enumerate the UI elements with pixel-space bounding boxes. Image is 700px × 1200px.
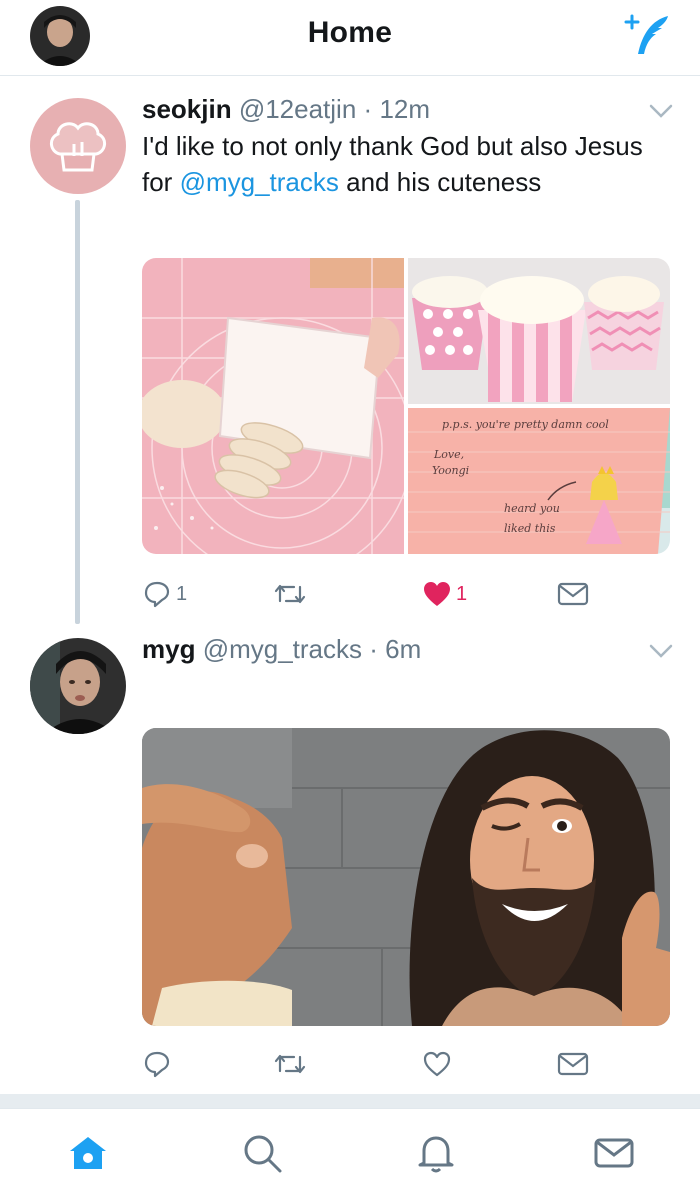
notifications-icon[interactable] <box>414 1131 458 1175</box>
direct-message-button[interactable] <box>556 1044 590 1084</box>
home-icon[interactable] <box>66 1131 110 1175</box>
tweet-actions <box>142 1044 662 1084</box>
note-line: p.p.s. you're pretty damn cool <box>442 418 609 431</box>
tweet-text-part: and his cuteness <box>338 167 542 197</box>
avatar[interactable] <box>30 98 126 194</box>
envelope-icon <box>557 1052 589 1076</box>
note-line: liked this <box>504 522 556 535</box>
retweet-button[interactable] <box>272 574 308 614</box>
direct-message-button[interactable] <box>556 574 590 614</box>
user-handle[interactable]: @12eatjin <box>239 94 356 124</box>
retweet-icon <box>274 1054 306 1074</box>
dough-scraper-photo[interactable] <box>142 258 404 554</box>
reply-button[interactable]: 1 <box>142 574 187 614</box>
chevron-down-icon[interactable] <box>648 102 674 120</box>
user-handle[interactable]: @myg_tracks <box>203 634 362 664</box>
avatar[interactable] <box>30 638 126 734</box>
tweet-actions: 1 1 <box>142 574 662 614</box>
heart-icon <box>423 1051 451 1077</box>
top-bar: Home <box>0 0 700 76</box>
note-line: Yoongi <box>432 464 469 477</box>
separator: · <box>369 634 378 664</box>
mention-link[interactable]: @myg_tracks <box>180 167 339 197</box>
timestamp[interactable]: 6m <box>385 634 421 664</box>
heart-filled-icon <box>424 582 450 606</box>
buddy-christ-photo[interactable] <box>142 728 670 1026</box>
retweet-icon <box>274 584 306 604</box>
retweet-button[interactable] <box>272 1044 308 1084</box>
compose-tweet-icon[interactable] <box>622 10 674 62</box>
timeline-divider <box>0 1094 700 1108</box>
search-icon[interactable] <box>240 1131 284 1175</box>
timestamp[interactable]: 12m <box>379 94 430 124</box>
reply-icon <box>144 581 170 608</box>
like-button[interactable]: 1 <box>422 574 467 614</box>
page-title: Home <box>307 16 393 49</box>
note-line: heard you <box>504 502 560 515</box>
like-count: 1 <box>456 582 468 605</box>
reply-count: 1 <box>176 582 188 605</box>
thread-line <box>75 200 80 624</box>
reply-icon <box>144 1051 170 1078</box>
note-line: Love, <box>433 448 464 461</box>
messages-icon[interactable] <box>592 1131 636 1175</box>
media-grid[interactable]: p.p.s. you're pretty damn cool Love, Yoo… <box>142 258 670 554</box>
display-name[interactable]: myg <box>142 634 195 664</box>
note-card-photo[interactable]: p.p.s. you're pretty damn cool Love, Yoo… <box>408 408 670 554</box>
separator: · <box>363 94 373 124</box>
reply-button[interactable] <box>142 1044 176 1084</box>
chevron-down-icon[interactable] <box>648 642 674 660</box>
envelope-icon <box>557 582 589 606</box>
like-button[interactable] <box>422 1044 452 1084</box>
tweet-text: I'd like to not only thank God but also … <box>142 128 662 200</box>
display-name[interactable]: seokjin <box>142 94 232 124</box>
cupcakes-photo[interactable] <box>408 258 670 404</box>
bottom-tab-bar <box>0 1108 700 1200</box>
